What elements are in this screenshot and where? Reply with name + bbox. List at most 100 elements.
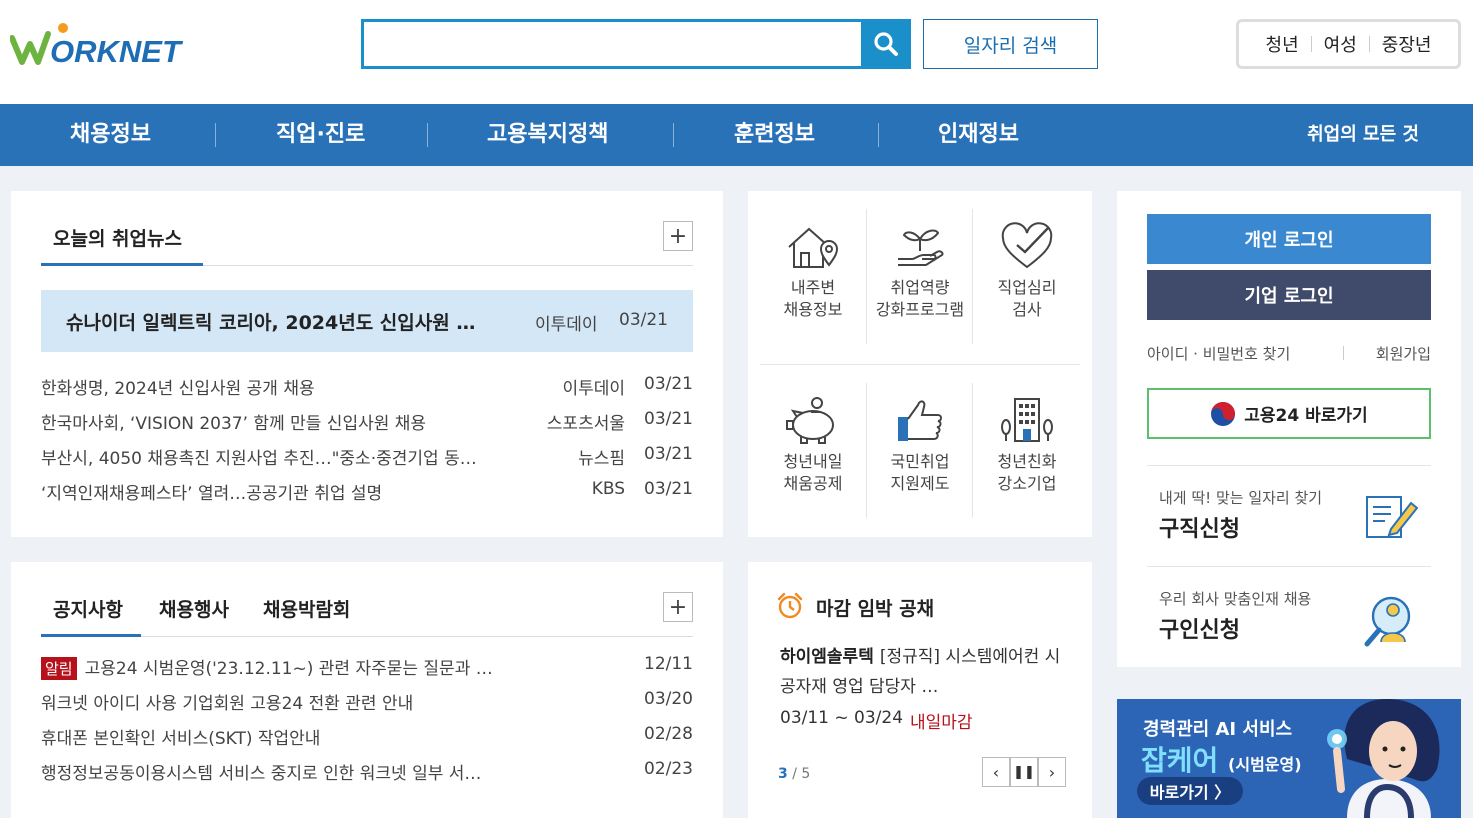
- find-id-password-link[interactable]: 아이디 · 비밀번호 찾기: [1147, 343, 1290, 364]
- nav-talent[interactable]: 인재정보: [938, 104, 1019, 166]
- deadline-posting[interactable]: 하이엠솔루텍 [정규직] 시스템에어컨 시공자재 영업 담당자 …: [780, 642, 1070, 702]
- news-item[interactable]: ‘지역인재채용페스타’ 열려…공공기관 취업 설명 KBS 03/21: [41, 475, 693, 505]
- news-title: ‘지역인재채용페스타’ 열려…공공기관 취업 설명: [41, 484, 383, 504]
- page-current: 3: [778, 766, 788, 782]
- audience-middle-aged[interactable]: 중장년: [1370, 31, 1444, 57]
- divider: [878, 123, 879, 147]
- piggy-bank-icon: [786, 397, 834, 444]
- notice-title: 휴대폰 본인확인 서비스(SKT) 작업안내: [41, 729, 321, 749]
- news-source: 스포츠서울: [546, 414, 625, 434]
- headline-source: 이투데이: [535, 315, 598, 335]
- job-search-button[interactable]: 일자리 검색: [923, 19, 1098, 69]
- person-search-icon: [1364, 596, 1411, 647]
- chevron-left-icon: ‹: [992, 762, 1000, 782]
- goyong24-label: 고용24 바로가기: [1244, 406, 1368, 426]
- house-pin-icon: [788, 227, 839, 268]
- menu-youth-savings[interactable]: 청년내일 채움공제: [760, 385, 866, 519]
- menu-label: 강화프로그램: [875, 300, 965, 319]
- service-title: 구직신청: [1159, 517, 1240, 542]
- notice-title: 알림 고용24 시범운영('23.12.11~) 관련 자주묻는 질문과 …: [41, 654, 601, 680]
- banner-title-main: 잡케어: [1141, 744, 1219, 777]
- divider: [673, 123, 674, 147]
- menu-aptitude-test[interactable]: 직업심리 검사: [974, 211, 1080, 345]
- next-button[interactable]: ›: [1038, 757, 1066, 787]
- sprout-hand-icon: [898, 229, 944, 266]
- building-icon: [1001, 398, 1053, 442]
- audience-youth[interactable]: 청년: [1254, 31, 1311, 57]
- alarm-clock-icon: [777, 592, 803, 619]
- notice-item[interactable]: 휴대폰 본인확인 서비스(SKT) 작업안내 02/28: [41, 720, 693, 750]
- divider: [760, 364, 1080, 365]
- news-source: 이투데이: [562, 379, 625, 399]
- banner-go-button[interactable]: 바로가기 〉: [1137, 777, 1243, 805]
- search-input[interactable]: [364, 22, 861, 66]
- employer-apply[interactable]: 우리 회사 맞춤인재 채용 구인신청: [1147, 566, 1431, 666]
- menu-youth-friendly-sme[interactable]: 청년친화 강소기업: [974, 385, 1080, 519]
- nav-career[interactable]: 직업·진로: [276, 104, 365, 166]
- worknet-logo[interactable]: ORKNET: [9, 20, 205, 70]
- jobcare-banner[interactable]: 경력관리 AI 서비스 잡케어 (시범운영) 바로가기 〉: [1117, 699, 1461, 818]
- menu-label: 내주변: [790, 278, 836, 297]
- service-subtitle: 내게 딱! 맞는 일자리 찾기: [1159, 489, 1323, 507]
- pause-icon: ❚❚: [1013, 764, 1035, 780]
- deadline-title: 마감 임박 공채: [816, 598, 935, 620]
- menu-nearby-jobs[interactable]: 내주변 채용정보: [760, 211, 866, 345]
- news-item[interactable]: 한화생명, 2024년 신입사원 공개 채용 이투데이 03/21: [41, 370, 693, 400]
- tab-hiring-events[interactable]: 채용행사: [159, 595, 229, 622]
- notice-title: 행정정보공동이용시스템 서비스 중지로 인한 워크넷 일부 서…: [41, 764, 482, 784]
- audience-women[interactable]: 여성: [1312, 31, 1369, 57]
- tab-job-fairs[interactable]: 채용박람회: [263, 595, 350, 622]
- notice-panel: 공지사항 채용행사 채용박람회 + 알림 고용24 시범운영('23.12.11~…: [11, 562, 723, 818]
- banner-title-sub: (시범운영): [1228, 755, 1302, 774]
- active-tab-indicator: [41, 263, 203, 266]
- news-date: 03/21: [644, 409, 693, 429]
- menu-national-employment-support[interactable]: 국민취업 지원제도: [867, 385, 973, 519]
- personal-login-button[interactable]: 개인 로그인: [1147, 214, 1431, 264]
- join-link[interactable]: 회원가입: [1376, 343, 1431, 364]
- tab-notice[interactable]: 공지사항: [53, 595, 123, 622]
- nav-training[interactable]: 훈련정보: [734, 104, 815, 166]
- search-button[interactable]: [861, 19, 911, 69]
- menu-label: 검사: [1012, 300, 1042, 319]
- news-item[interactable]: 한국마사회, ‘VISION 2037’ 함께 만들 신입사원 채용 스포츠서울…: [41, 405, 693, 435]
- notice-item[interactable]: 알림 고용24 시범운영('23.12.11~) 관련 자주묻는 질문과 … 12…: [41, 650, 693, 680]
- menu-label: 채움공제: [783, 474, 843, 493]
- news-item[interactable]: 부산시, 4050 채용촉진 지원사업 추진…"중소·중견기업 동… 뉴스핌 0…: [41, 440, 693, 470]
- banner-headline: 경력관리 AI 서비스: [1143, 719, 1293, 740]
- nav-welfare-policy[interactable]: 고용복지정책: [487, 104, 608, 166]
- news-source: 뉴스핌: [578, 449, 625, 469]
- main-nav: 채용정보 직업·진로 고용복지정책 훈련정보 인재정보 취업의 모든 것: [0, 104, 1473, 166]
- more-notice-button[interactable]: +: [663, 592, 693, 622]
- news-title: 한화생명, 2024년 신입사원 공개 채용: [41, 379, 315, 399]
- deadline-pagination: 3 / 5: [778, 766, 810, 782]
- more-news-button[interactable]: +: [663, 221, 693, 251]
- active-tab-indicator: [41, 634, 141, 637]
- notice-item[interactable]: 워크넷 아이디 사용 기업회원 고용24 전환 관련 안내 03/20: [41, 685, 693, 715]
- menu-label: 강소기업: [997, 474, 1057, 493]
- tab-today-news[interactable]: 오늘의 취업뉴스: [53, 224, 182, 251]
- news-date: 03/21: [644, 374, 693, 394]
- pause-button[interactable]: ❚❚: [1010, 757, 1038, 787]
- news-panel: 오늘의 취업뉴스 + 슈나이더 일렉트릭 코리아, 2024년도 신입사원 … …: [11, 191, 723, 537]
- headline-news[interactable]: 슈나이더 일렉트릭 코리아, 2024년도 신입사원 … 이투데이 03/21: [41, 290, 693, 352]
- prev-button[interactable]: ‹: [982, 757, 1010, 787]
- menu-employability-program[interactable]: 취업역량 강화프로그램: [867, 211, 973, 345]
- deadline-panel: 마감 임박 공채 하이엠솔루텍 [정규직] 시스템에어컨 시공자재 영업 담당자 …: [748, 562, 1092, 818]
- headline-date: 03/21: [619, 310, 668, 330]
- company-login-button[interactable]: 기업 로그인: [1147, 270, 1431, 320]
- plus-icon: +: [668, 594, 688, 620]
- goyong24-button[interactable]: 고용24 바로가기: [1147, 388, 1431, 439]
- menu-label: 국민취업: [890, 452, 950, 471]
- notice-item[interactable]: 행정정보공동이용시스템 서비스 중지로 인한 워크넷 일부 서… 02/23: [41, 755, 693, 785]
- notice-date: 03/20: [644, 689, 693, 709]
- job-seeker-apply[interactable]: 내게 딱! 맞는 일자리 찾기 구직신청: [1147, 465, 1431, 565]
- menu-label: 직업심리: [997, 278, 1057, 297]
- nav-recruitment[interactable]: 채용정보: [70, 104, 151, 166]
- svg-text:ORKNET: ORKNET: [50, 34, 184, 69]
- service-subtitle: 우리 회사 맞춤인재 채용: [1159, 590, 1312, 608]
- nav-all-about-jobs[interactable]: 취업의 모든 것: [1307, 104, 1419, 166]
- menu-label: 청년내일: [783, 452, 843, 471]
- taegeuk-icon: [1211, 401, 1236, 426]
- page-total: / 5: [787, 766, 811, 782]
- deadline-company: 하이엠솔루텍: [780, 647, 874, 667]
